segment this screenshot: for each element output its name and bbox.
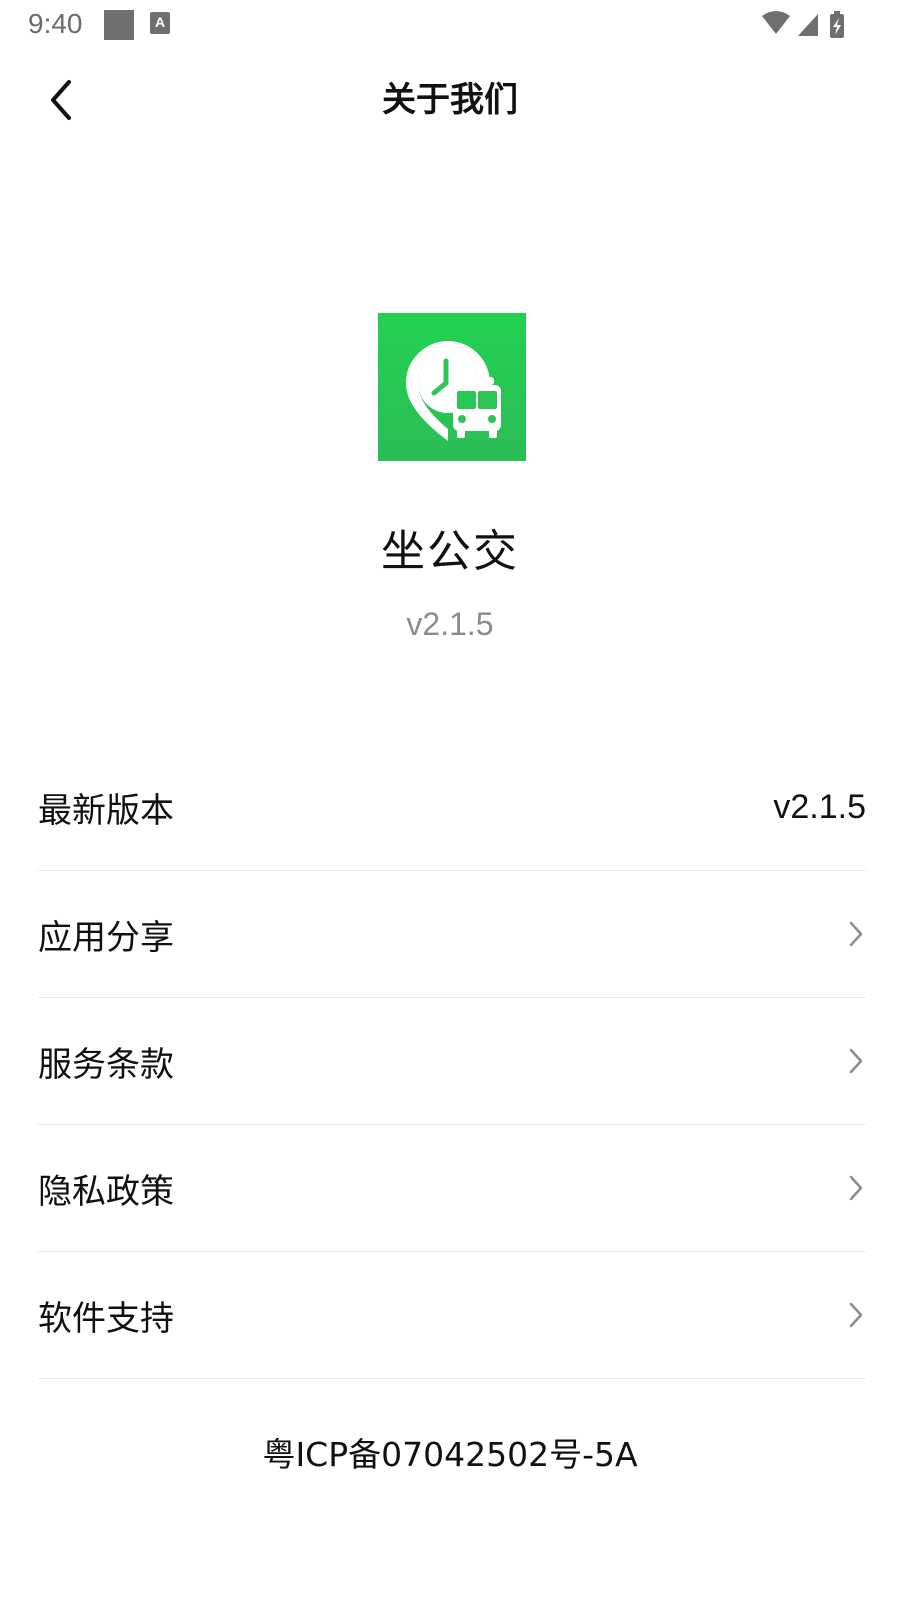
keyboard-icon: A: [150, 12, 170, 34]
app-header: 关于我们: [0, 50, 900, 150]
menu-item-label: 服务条款: [38, 1044, 174, 1085]
menu-item-label: 最新版本: [38, 790, 174, 831]
menu-item-label: 应用分享: [38, 917, 174, 958]
bus-stop-clock-logo: [406, 341, 501, 441]
notification-square-icon: [104, 10, 134, 40]
cellular-signal-icon: [798, 14, 818, 36]
chevron-right-icon: [846, 1300, 866, 1330]
status-bar: 9:40 A: [0, 0, 900, 50]
page-title: 关于我们: [382, 80, 518, 120]
about-us-screen: 9:40 A 关于我们 坐公交 v2.1.5 最新版本 v2.1.5 应用分享 …: [0, 0, 900, 1600]
menu-item-terms-of-service[interactable]: 服务条款: [38, 998, 866, 1125]
latest-version-value: v2.1.5: [773, 787, 866, 826]
battery-charging-icon: [830, 11, 844, 38]
menu-item-label: 隐私政策: [38, 1171, 174, 1212]
wifi-icon: [762, 11, 790, 34]
chevron-right-icon: [846, 1173, 866, 1203]
app-name: 坐公交: [381, 526, 519, 577]
chevron-right-icon: [846, 919, 866, 949]
menu-item-share-app[interactable]: 应用分享: [38, 871, 866, 998]
icp-license-text: 粤ICP备07042502号-5A: [262, 1435, 638, 1474]
chevron-right-icon: [846, 1046, 866, 1076]
back-button[interactable]: [32, 70, 88, 130]
menu-item-label: 软件支持: [38, 1298, 174, 1339]
status-icons: [760, 10, 860, 40]
app-version: v2.1.5: [406, 606, 494, 642]
app-logo: [378, 313, 526, 461]
chevron-left-icon: [51, 80, 71, 120]
menu-item-software-support[interactable]: 软件支持: [38, 1252, 866, 1379]
keyboard-icon-letter: A: [154, 14, 166, 30]
menu-item-privacy-policy[interactable]: 隐私政策: [38, 1125, 866, 1252]
about-menu-list: 最新版本 v2.1.5 应用分享 服务条款 隐私政策 软件支持: [38, 744, 866, 1379]
status-time: 9:40: [28, 8, 83, 39]
menu-item-latest-version: 最新版本 v2.1.5: [38, 744, 866, 871]
